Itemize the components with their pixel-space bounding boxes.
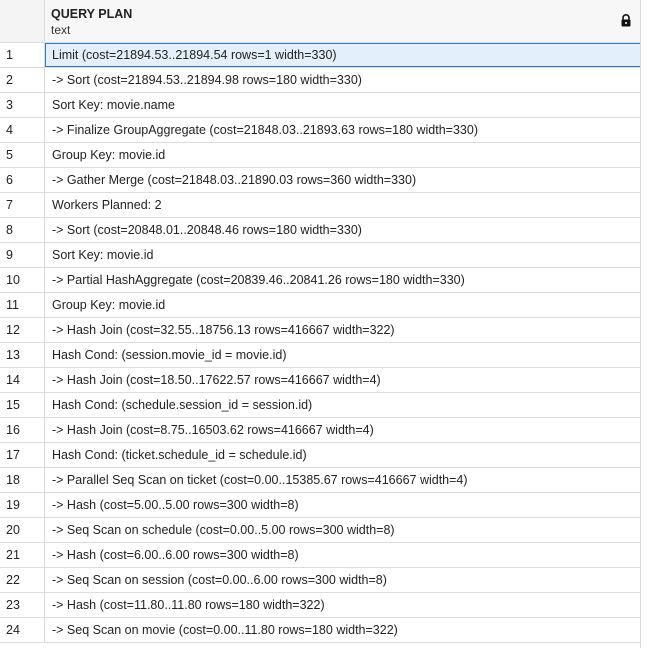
row-number[interactable]: 16 <box>0 418 45 442</box>
row-number[interactable]: 2 <box>0 68 45 92</box>
query-plan-cell[interactable]: Sort Key: movie.name <box>45 93 641 117</box>
row-number[interactable]: 6 <box>0 168 45 192</box>
query-plan-cell[interactable]: -> Seq Scan on session (cost=0.00..6.00 … <box>45 568 641 592</box>
query-plan-cell[interactable]: -> Finalize GroupAggregate (cost=21848.0… <box>45 118 641 142</box>
query-plan-cell[interactable]: Sort Key: movie.id <box>45 243 641 267</box>
row-number[interactable]: 11 <box>0 293 45 317</box>
query-plan-cell[interactable]: -> Parallel Seq Scan on ticket (cost=0.0… <box>45 468 641 492</box>
table-row[interactable]: 2 -> Sort (cost=21894.53..21894.98 rows=1… <box>0 68 641 93</box>
query-plan-cell[interactable]: -> Hash Join (cost=18.50..17622.57 rows=… <box>45 368 641 392</box>
table-row[interactable]: 21 -> Hash (cost=6.00..6.00 rows=300 widt… <box>0 543 641 568</box>
grid-header: QUERY PLAN text <box>0 0 641 43</box>
query-plan-grid: QUERY PLAN text 1 Limit (cost=21894.53..2… <box>0 0 641 648</box>
row-number[interactable]: 8 <box>0 218 45 242</box>
query-plan-cell[interactable]: -> Seq Scan on schedule (cost=0.00..5.00… <box>45 518 641 542</box>
query-plan-cell[interactable]: Group Key: movie.id <box>45 143 641 167</box>
table-row[interactable]: 16 -> Hash Join (cost=8.75..16503.62 rows… <box>0 418 641 443</box>
row-number[interactable]: 19 <box>0 493 45 517</box>
query-plan-cell[interactable]: -> Hash (cost=5.00..5.00 rows=300 width=… <box>45 493 641 517</box>
table-row[interactable]: 11 Group Key: movie.id <box>0 293 641 318</box>
query-plan-cell[interactable]: Hash Cond: (session.movie_id = movie.id) <box>45 343 641 367</box>
query-plan-cell[interactable]: Hash Cond: (ticket.schedule_id = schedul… <box>45 443 641 467</box>
query-plan-cell[interactable]: -> Sort (cost=20848.01..20848.46 rows=18… <box>45 218 641 242</box>
table-row[interactable]: 20 -> Seq Scan on schedule (cost=0.00..5.… <box>0 518 641 543</box>
table-row[interactable]: 17 Hash Cond: (ticket.schedule_id = sched… <box>0 443 641 468</box>
table-row[interactable]: 3 Sort Key: movie.name <box>0 93 641 118</box>
table-row[interactable]: 13 Hash Cond: (session.movie_id = movie.i… <box>0 343 641 368</box>
row-number[interactable]: 18 <box>0 468 45 492</box>
table-row[interactable]: 5 Group Key: movie.id <box>0 143 641 168</box>
row-number-header[interactable] <box>0 0 45 42</box>
table-row[interactable]: 6 -> Gather Merge (cost=21848.03..21890.0… <box>0 168 641 193</box>
query-plan-cell[interactable]: -> Sort (cost=21894.53..21894.98 rows=18… <box>45 68 641 92</box>
row-number[interactable]: 17 <box>0 443 45 467</box>
query-plan-cell[interactable]: -> Partial HashAggregate (cost=20839.46.… <box>45 268 641 292</box>
table-row[interactable]: 10 -> Partial HashAggregate (cost=20839.4… <box>0 268 641 293</box>
table-row[interactable]: 14 -> Hash Join (cost=18.50..17622.57 row… <box>0 368 641 393</box>
row-number[interactable]: 13 <box>0 343 45 367</box>
grid-right-border <box>640 0 641 648</box>
row-number[interactable]: 1 <box>0 43 45 67</box>
table-row[interactable]: 24 -> Seq Scan on movie (cost=0.00..11.80… <box>0 618 641 643</box>
table-row[interactable]: 18 -> Parallel Seq Scan on ticket (cost=0… <box>0 468 641 493</box>
table-row[interactable]: 22 -> Seq Scan on session (cost=0.00..6.0… <box>0 568 641 593</box>
query-plan-cell[interactable]: Group Key: movie.id <box>45 293 641 317</box>
table-row[interactable]: 23 -> Hash (cost=11.80..11.80 rows=180 wi… <box>0 593 641 618</box>
table-row[interactable]: 19 -> Hash (cost=5.00..5.00 rows=300 widt… <box>0 493 641 518</box>
lock-icon <box>621 14 631 27</box>
query-plan-cell[interactable]: Hash Cond: (schedule.session_id = sessio… <box>45 393 641 417</box>
row-number[interactable]: 5 <box>0 143 45 167</box>
row-number[interactable]: 4 <box>0 118 45 142</box>
table-row[interactable]: 15 Hash Cond: (schedule.session_id = sess… <box>0 393 641 418</box>
table-row[interactable]: 9 Sort Key: movie.id <box>0 243 641 268</box>
query-plan-cell[interactable]: -> Hash Join (cost=8.75..16503.62 rows=4… <box>45 418 641 442</box>
table-row[interactable]: 7 Workers Planned: 2 <box>0 193 641 218</box>
row-number[interactable]: 12 <box>0 318 45 342</box>
row-number[interactable]: 3 <box>0 93 45 117</box>
query-plan-cell[interactable]: Limit (cost=21894.53..21894.54 rows=1 wi… <box>45 43 641 67</box>
column-title: QUERY PLAN <box>51 7 133 21</box>
query-plan-cell[interactable]: -> Seq Scan on movie (cost=0.00..11.80 r… <box>45 618 641 642</box>
row-number[interactable]: 15 <box>0 393 45 417</box>
row-number[interactable]: 20 <box>0 518 45 542</box>
row-number[interactable]: 14 <box>0 368 45 392</box>
row-number[interactable]: 9 <box>0 243 45 267</box>
grid-body: 1 Limit (cost=21894.53..21894.54 rows=1 w… <box>0 43 641 643</box>
query-plan-cell[interactable]: -> Gather Merge (cost=21848.03..21890.03… <box>45 168 641 192</box>
table-row[interactable]: 1 Limit (cost=21894.53..21894.54 rows=1 w… <box>0 43 641 68</box>
query-plan-cell[interactable]: Workers Planned: 2 <box>45 193 641 217</box>
query-plan-cell[interactable]: -> Hash Join (cost=32.55..18756.13 rows=… <box>45 318 641 342</box>
row-number[interactable]: 23 <box>0 593 45 617</box>
table-row[interactable]: 12 -> Hash Join (cost=32.55..18756.13 row… <box>0 318 641 343</box>
query-plan-cell[interactable]: -> Hash (cost=11.80..11.80 rows=180 widt… <box>45 593 641 617</box>
row-number[interactable]: 21 <box>0 543 45 567</box>
row-number[interactable]: 22 <box>0 568 45 592</box>
table-row[interactable]: 4 -> Finalize GroupAggregate (cost=21848.… <box>0 118 641 143</box>
query-plan-cell[interactable]: -> Hash (cost=6.00..6.00 rows=300 width=… <box>45 543 641 567</box>
column-header-query-plan[interactable]: QUERY PLAN text <box>45 0 641 42</box>
table-row[interactable]: 8 -> Sort (cost=20848.01..20848.46 rows=1… <box>0 218 641 243</box>
row-number[interactable]: 7 <box>0 193 45 217</box>
row-number[interactable]: 10 <box>0 268 45 292</box>
column-type: text <box>51 23 71 37</box>
row-number[interactable]: 24 <box>0 618 45 642</box>
